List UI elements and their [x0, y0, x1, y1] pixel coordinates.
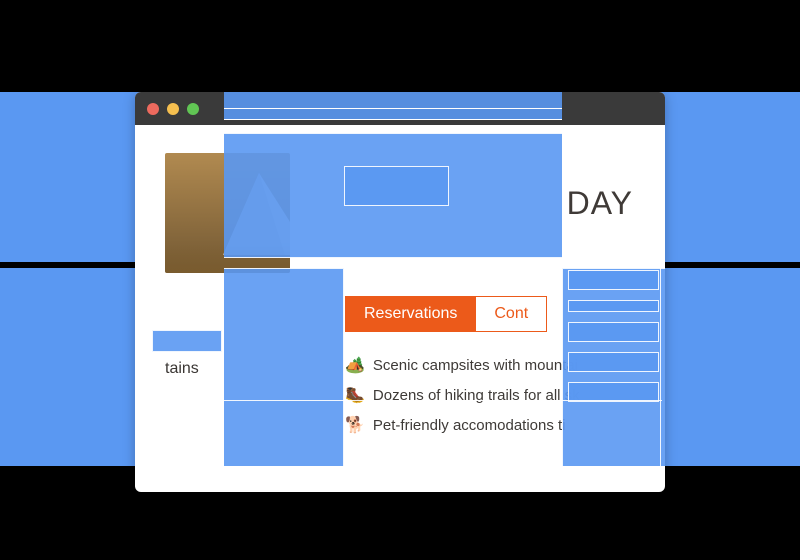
- page-title: DAY: [567, 185, 633, 222]
- overlay-box: [152, 330, 222, 352]
- overlay-box: [344, 166, 449, 206]
- overlay-box: [568, 322, 659, 342]
- sidebar-caption: tains: [165, 360, 199, 378]
- overlay-box: [568, 352, 659, 372]
- tabs: Reservations Cont: [345, 296, 547, 332]
- feature-text: Scenic campsites with mountai: [373, 357, 578, 374]
- minimize-icon[interactable]: [167, 103, 179, 115]
- tab-contact[interactable]: Cont: [475, 296, 547, 332]
- overlay-box: [568, 270, 659, 290]
- feature-list: 🏕️ Scenic campsites with mountai 🥾 Dozen…: [345, 355, 580, 445]
- tab-reservations[interactable]: Reservations: [345, 296, 475, 332]
- boot-icon: 🥾: [345, 385, 365, 405]
- overlay-box: [224, 92, 562, 108]
- overlay-box: [568, 300, 659, 312]
- feature-text: Pet-friendly accomodations ti: [373, 417, 566, 434]
- overlay-column-left: [224, 268, 344, 466]
- zoom-icon[interactable]: [187, 103, 199, 115]
- list-item: 🏕️ Scenic campsites with mountai: [345, 355, 580, 375]
- tent-icon: 🏕️: [345, 355, 365, 375]
- list-item: 🥾 Dozens of hiking trails for all sk: [345, 385, 580, 405]
- list-item: 🐕 Pet-friendly accomodations ti: [345, 415, 580, 435]
- overlay-box: [568, 382, 659, 402]
- close-icon[interactable]: [147, 103, 159, 115]
- overlay-box: [224, 108, 562, 120]
- dog-icon: 🐕: [345, 415, 365, 435]
- feature-text: Dozens of hiking trails for all sk: [373, 387, 580, 404]
